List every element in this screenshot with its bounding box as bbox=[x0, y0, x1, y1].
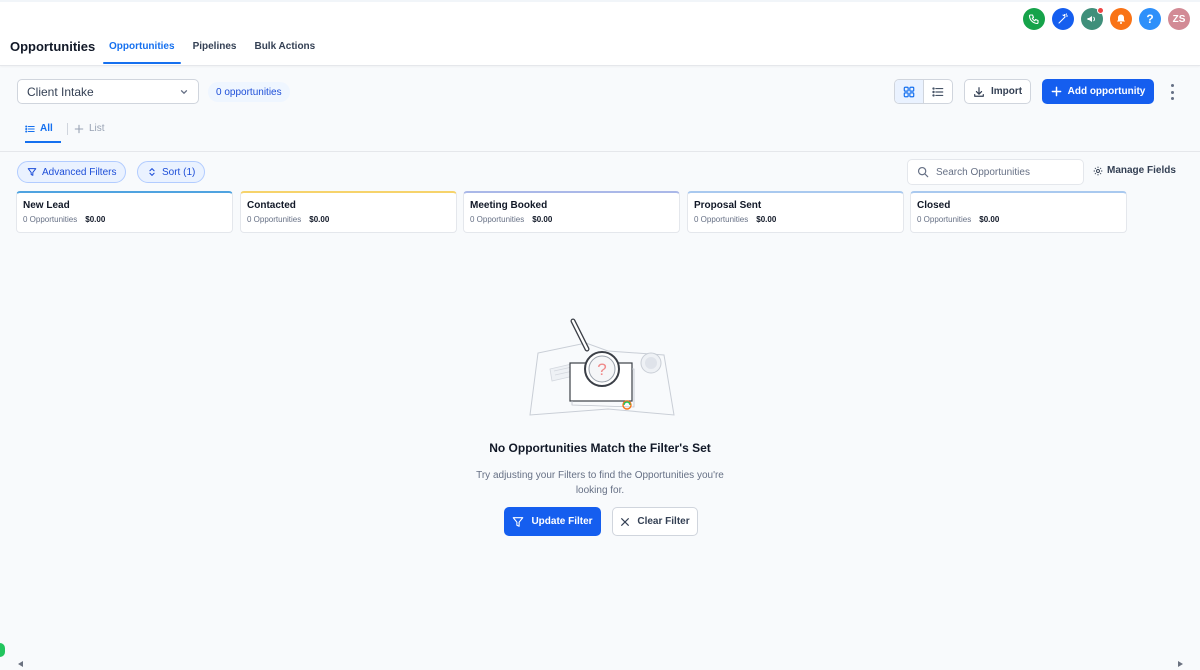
download-icon bbox=[974, 86, 984, 97]
scroll-right-icon[interactable] bbox=[1178, 661, 1183, 667]
update-filter-label: Update Filter bbox=[531, 516, 593, 527]
horizontal-scrollbar[interactable] bbox=[0, 658, 1200, 670]
close-icon bbox=[621, 517, 630, 526]
view-subtabs: All List bbox=[25, 120, 105, 143]
search-input[interactable] bbox=[936, 166, 1066, 178]
top-edge bbox=[0, 0, 1200, 2]
empty-state-title: No Opportunities Match the Filter's Set bbox=[489, 441, 711, 455]
more-options-icon[interactable] bbox=[1166, 84, 1178, 100]
manage-fields-label: Manage Fields bbox=[1107, 165, 1176, 176]
tab-opportunities[interactable]: Opportunities bbox=[103, 36, 181, 64]
stage-column-contacted: Contacted 0 Opportunities $0.00 bbox=[240, 191, 457, 233]
subtab-all-label: All bbox=[40, 123, 53, 134]
stage-count: 0 Opportunities bbox=[23, 215, 78, 224]
stage-amount: $0.00 bbox=[85, 215, 106, 224]
opportunities-count-badge: 0 opportunities bbox=[208, 82, 290, 102]
empty-state-description: Try adjusting your Filters to find the O… bbox=[476, 470, 724, 496]
header-icon-group: ? ZS bbox=[1023, 7, 1190, 30]
empty-state-illustration: ? bbox=[529, 318, 675, 416]
stage-amount: $0.00 bbox=[756, 215, 777, 224]
list-icon bbox=[932, 86, 944, 97]
notification-dot bbox=[1097, 7, 1104, 14]
stage-amount: $0.00 bbox=[309, 215, 330, 224]
advanced-filters-label: Advanced Filters bbox=[42, 166, 117, 178]
sort-icon bbox=[149, 168, 155, 176]
import-button[interactable]: Import bbox=[964, 79, 1031, 104]
import-label: Import bbox=[990, 86, 1023, 97]
clear-filter-label: Clear Filter bbox=[637, 516, 690, 527]
stage-count: 0 Opportunities bbox=[470, 215, 525, 224]
avatar-initials: ZS bbox=[1172, 13, 1186, 25]
stage-title: New Lead bbox=[23, 200, 70, 211]
stage-column-closed: Closed 0 Opportunities $0.00 bbox=[910, 191, 1127, 233]
add-opportunity-label: Add opportunity bbox=[1067, 86, 1146, 97]
stage-amount: $0.00 bbox=[979, 215, 1000, 224]
section-divider bbox=[0, 151, 1200, 152]
manage-fields-button[interactable]: Manage Fields bbox=[1093, 165, 1176, 176]
tab-pipelines[interactable]: Pipelines bbox=[187, 36, 243, 64]
stage-amount: $0.00 bbox=[532, 215, 553, 224]
tab-bulk-actions[interactable]: Bulk Actions bbox=[248, 36, 321, 64]
svg-text:?: ? bbox=[597, 360, 606, 379]
subtab-list-label: List bbox=[89, 123, 105, 134]
grid-view-button[interactable] bbox=[895, 80, 924, 103]
status-indicator bbox=[0, 643, 5, 657]
bell-icon[interactable] bbox=[1110, 8, 1132, 30]
stage-title: Meeting Booked bbox=[470, 200, 548, 211]
gear-icon bbox=[1093, 166, 1103, 175]
search-icon bbox=[917, 166, 929, 178]
megaphone-icon[interactable] bbox=[1081, 7, 1104, 30]
stage-title: Contacted bbox=[247, 200, 296, 211]
sort-button[interactable]: Sort (1) bbox=[137, 161, 206, 183]
stage-title: Closed bbox=[917, 200, 951, 211]
clear-filter-button[interactable]: Clear Filter bbox=[612, 507, 698, 536]
help-icon[interactable]: ? bbox=[1139, 8, 1161, 30]
grid-icon bbox=[903, 86, 915, 97]
help-glyph: ? bbox=[1146, 12, 1154, 26]
add-opportunity-button[interactable]: Add opportunity bbox=[1042, 79, 1154, 104]
chevron-down-icon bbox=[180, 89, 188, 94]
advanced-filters-button[interactable]: Advanced Filters bbox=[17, 161, 127, 183]
header-tabs: Opportunities Pipelines Bulk Actions bbox=[103, 36, 327, 64]
stage-count: 0 Opportunities bbox=[694, 215, 749, 224]
stage-count: 0 Opportunities bbox=[247, 215, 302, 224]
stage-column-new-lead: New Lead 0 Opportunities $0.00 bbox=[16, 191, 233, 233]
filter-icon bbox=[513, 516, 524, 527]
stage-count: 0 Opportunities bbox=[917, 215, 972, 224]
phone-icon[interactable] bbox=[1023, 8, 1045, 30]
subtab-all[interactable]: All bbox=[25, 120, 61, 143]
magic-wand-icon[interactable] bbox=[1052, 8, 1074, 30]
stage-column-proposal-sent: Proposal Sent 0 Opportunities $0.00 bbox=[687, 191, 904, 233]
stage-column-meeting-booked: Meeting Booked 0 Opportunities $0.00 bbox=[463, 191, 680, 233]
search-opportunities bbox=[907, 159, 1084, 185]
list-icon bbox=[25, 124, 35, 133]
view-toggle bbox=[894, 79, 953, 104]
pipeline-select-value: Client Intake bbox=[27, 84, 94, 99]
page-title: Opportunities bbox=[10, 39, 96, 54]
filter-icon bbox=[27, 168, 37, 176]
plus-icon bbox=[1051, 86, 1061, 97]
stage-title: Proposal Sent bbox=[694, 200, 762, 211]
pipeline-select[interactable]: Client Intake bbox=[17, 79, 199, 104]
scroll-left-icon[interactable] bbox=[18, 661, 23, 667]
top-header: Opportunities Opportunities Pipelines Bu… bbox=[0, 0, 1200, 66]
subtab-divider bbox=[67, 122, 68, 135]
subtab-add-list[interactable]: List bbox=[74, 123, 105, 140]
sort-label: Sort (1) bbox=[162, 166, 196, 178]
avatar[interactable]: ZS bbox=[1168, 8, 1190, 30]
update-filter-button[interactable]: Update Filter bbox=[504, 507, 601, 536]
plus-icon bbox=[74, 124, 84, 133]
list-view-button[interactable] bbox=[924, 80, 952, 103]
